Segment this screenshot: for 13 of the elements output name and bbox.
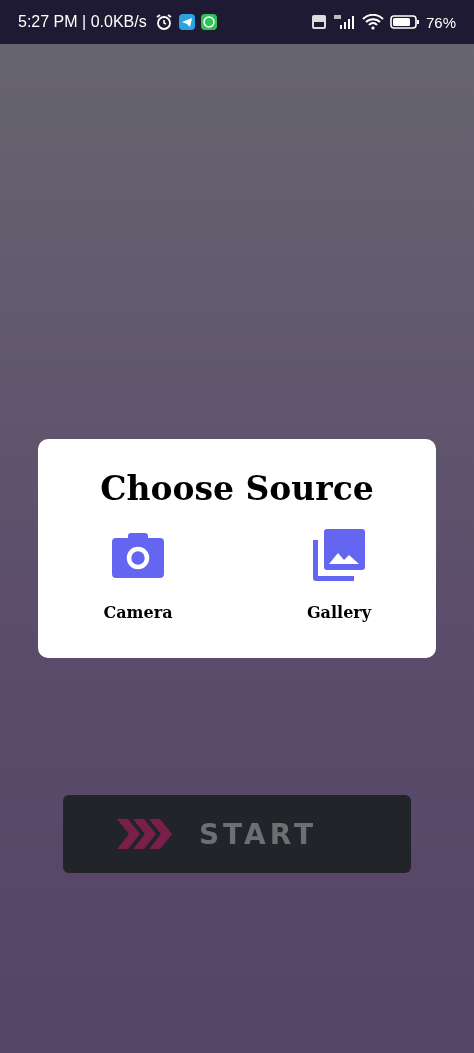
volte-icon bbox=[311, 15, 326, 29]
gallery-icon bbox=[313, 528, 365, 581]
dialog-title: Choose Source bbox=[99, 469, 375, 509]
option-label[interactable]: Camera bbox=[103, 602, 173, 622]
alarm-icon bbox=[154, 13, 173, 31]
option-label[interactable]: Gallery bbox=[306, 602, 372, 622]
status-time: 5:27 PM | 0.0KB/s bbox=[18, 13, 147, 31]
wifi-icon bbox=[361, 14, 384, 30]
signal-icon bbox=[331, 14, 356, 30]
battery-percentage: 76% bbox=[425, 13, 456, 31]
paper-plane-icon bbox=[178, 14, 195, 30]
battery-icon bbox=[389, 15, 420, 29]
chevrons-icon bbox=[116, 819, 173, 849]
